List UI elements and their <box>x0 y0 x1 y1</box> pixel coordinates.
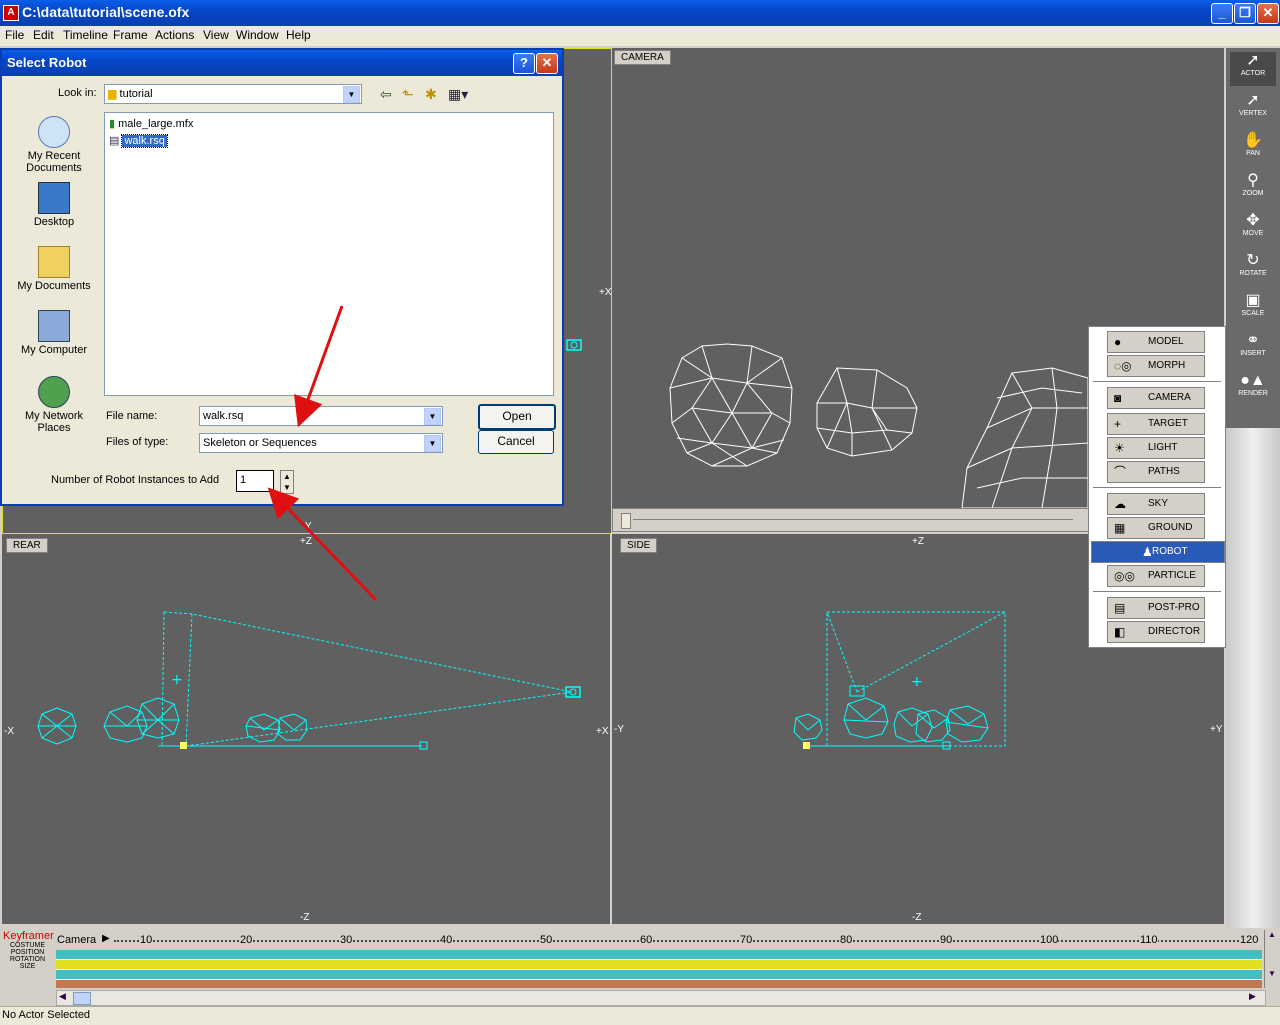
track-bar-costume[interactable] <box>56 950 1262 960</box>
status-bar: No Actor Selected <box>0 1006 1280 1025</box>
timeline-vertical-scrollbar[interactable]: ▲ ▼ <box>1264 930 1279 988</box>
track-costume: COSTUME <box>10 942 45 949</box>
tick-label: 110 <box>1140 934 1158 946</box>
tick-label: 80 <box>840 934 853 946</box>
ruler-dots <box>114 940 1254 942</box>
keyframer-panel: Keyframer COSTUME POSITION ROTATION SIZE… <box>0 930 1280 1006</box>
tick-label: 10 <box>140 934 153 946</box>
tick-label: 90 <box>940 934 953 946</box>
scroll-thumb[interactable] <box>73 992 91 1005</box>
tick-label: 30 <box>340 934 353 946</box>
track-bar-rotation[interactable] <box>56 970 1262 980</box>
timeline-actor-name: Camera <box>57 934 97 946</box>
track-bar-position[interactable] <box>56 960 1262 970</box>
timeline-horizontal-scrollbar[interactable]: ◀ ▶ <box>56 990 1266 1006</box>
track-bar-size[interactable] <box>56 980 1262 988</box>
tick-label: 20 <box>240 934 253 946</box>
tick-label: 70 <box>740 934 753 946</box>
scroll-left-icon[interactable]: ◀ <box>59 991 66 1002</box>
annotation-arrows <box>267 305 378 602</box>
scroll-up-icon[interactable]: ▲ <box>1265 930 1279 939</box>
keyframer-title: Keyframer <box>3 930 54 942</box>
status-text: No Actor Selected <box>2 1009 91 1021</box>
timeline-ruler[interactable]: Camera ▶ 10 20 30 40 50 60 70 80 90 100 … <box>56 930 1264 948</box>
scroll-down-icon[interactable]: ▼ <box>1265 969 1279 978</box>
tick-label: 50 <box>540 934 553 946</box>
tick-label: 60 <box>640 934 653 946</box>
play-marker-icon[interactable]: ▶ <box>102 933 110 944</box>
tick-label: 120 <box>1240 934 1259 946</box>
tick-label: 100 <box>1040 934 1059 946</box>
keyframer-track-labels: Keyframer COSTUME POSITION ROTATION SIZE <box>0 930 55 988</box>
track-size: SIZE <box>19 963 36 970</box>
tick-label: 40 <box>440 934 453 946</box>
track-position: POSITION <box>10 949 45 956</box>
scroll-right-icon[interactable]: ▶ <box>1249 991 1256 1002</box>
track-rotation: ROTATION <box>9 956 46 963</box>
